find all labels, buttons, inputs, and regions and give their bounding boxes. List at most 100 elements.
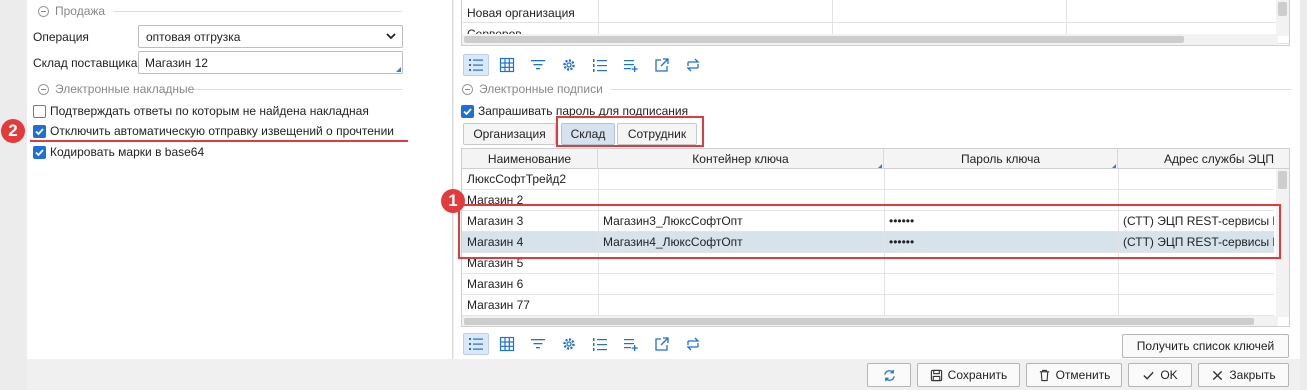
tab-organization[interactable]: Организация	[463, 123, 556, 145]
list-view-button[interactable]	[463, 333, 489, 355]
scrollbar-thumb[interactable]	[1278, 2, 1287, 16]
table-row[interactable]: Магазин 77	[462, 295, 1274, 316]
annotation-badge-2: 2	[1, 119, 25, 143]
settings-left-panel: Продажа Операция оптовая отгрузка Склад …	[27, 0, 453, 359]
sale-group-header[interactable]: Продажа	[38, 4, 105, 18]
e-signatures-group-header[interactable]: Электронные подписи	[462, 82, 603, 96]
list-view-icon	[469, 338, 483, 350]
swap-button[interactable]	[680, 333, 706, 355]
annotation-underline	[30, 140, 408, 142]
collapse-icon[interactable]	[38, 83, 49, 95]
numbered-list-button[interactable]	[587, 333, 613, 355]
add-row-button[interactable]	[618, 54, 644, 76]
grid-view-button[interactable]	[494, 333, 520, 355]
list-view-icon	[469, 59, 483, 71]
filter-icon	[531, 339, 545, 349]
e-signatures-group-title: Электронные подписи	[479, 82, 603, 96]
checkbox-checked[interactable]	[33, 124, 46, 138]
group-divider	[611, 89, 1291, 90]
get-keys-button[interactable]: Получить список ключей	[1122, 334, 1289, 358]
close-label: Закрыть	[1229, 368, 1276, 382]
chevron-down-icon	[386, 33, 396, 40]
column-corner-mark	[878, 164, 882, 168]
option-label: Отключить автоматическую отправку извеще…	[50, 124, 394, 138]
option-disable-read-notices[interactable]: Отключить автоматическую отправку извеще…	[33, 124, 394, 138]
checkbox[interactable]	[33, 104, 46, 118]
cancel-label: Отменить	[1055, 368, 1111, 382]
annotation-box-rows	[458, 204, 1281, 259]
e-invoices-group-title: Электронные накладные	[55, 82, 195, 96]
external-link-icon	[655, 58, 669, 72]
option-confirm-answers[interactable]: Подтверждать ответы по которым не найден…	[33, 104, 369, 118]
warehouse-value: Магазин 12	[145, 55, 208, 70]
checkmark-icon	[463, 107, 472, 115]
table-row[interactable]: ЛюксСофтТрейд2	[462, 169, 1274, 190]
option-base64-marks[interactable]: Кодировать марки в base64	[33, 145, 204, 159]
add-list-icon	[624, 339, 638, 351]
table-row[interactable]: Магазин 6	[462, 274, 1274, 295]
collapse-icon[interactable]	[38, 5, 49, 17]
list-view-button[interactable]	[463, 54, 489, 76]
grid-view-icon	[499, 336, 515, 352]
numbered-list-icon	[593, 59, 607, 72]
organizations-grid[interactable]: Новая организация Серверов	[461, 0, 1290, 46]
collapse-icon[interactable]	[462, 83, 473, 95]
open-external-button[interactable]	[649, 333, 675, 355]
horizontal-scrollbar[interactable]	[462, 34, 1278, 45]
swap-button[interactable]	[680, 54, 706, 76]
e-invoices-group-header[interactable]: Электронные накладные	[38, 82, 194, 96]
checkbox-checked[interactable]	[33, 145, 46, 159]
add-row-button[interactable]	[618, 333, 644, 355]
checkbox-checked[interactable]	[461, 104, 474, 118]
gear-icon	[563, 338, 575, 350]
refresh-icon	[883, 369, 895, 381]
settings-button[interactable]	[556, 54, 582, 76]
operation-value: оптовая отгрузка	[146, 29, 241, 44]
save-button[interactable]: Сохранить	[917, 363, 1020, 387]
settings-button[interactable]	[556, 333, 582, 355]
column-header-name[interactable]: Наименование	[462, 149, 598, 169]
filter-button[interactable]	[525, 333, 551, 355]
close-button[interactable]: Закрыть	[1198, 363, 1289, 387]
column-header-password[interactable]: Пароль ключа	[884, 149, 1118, 169]
warehouse-field[interactable]: Магазин 12	[138, 51, 403, 74]
ok-label: OK	[1160, 368, 1178, 382]
close-icon	[1213, 370, 1223, 380]
open-external-button[interactable]	[649, 54, 675, 76]
horizontal-scrollbar[interactable]	[462, 316, 1278, 326]
filter-button[interactable]	[525, 54, 551, 76]
org-name: Новая организация	[467, 6, 575, 20]
column-corner-mark	[1112, 164, 1116, 168]
trash-icon	[1039, 369, 1049, 381]
group-divider	[194, 89, 402, 90]
column-header-container[interactable]: Контейнер ключа	[598, 149, 884, 169]
scrollbar-thumb[interactable]	[1278, 171, 1287, 189]
signatures-toolbar	[463, 333, 711, 355]
cell-name: ЛюксСофтТрейд2	[467, 172, 567, 186]
swap-icon	[686, 337, 700, 351]
column-header-service[interactable]: Адрес службы ЭЦП	[1118, 149, 1289, 169]
annotation-box-tabs	[556, 116, 704, 147]
grid-view-button[interactable]	[494, 54, 520, 76]
save-label: Сохранить	[947, 368, 1008, 382]
numbered-list-button[interactable]	[587, 54, 613, 76]
organizations-toolbar	[463, 54, 711, 76]
table-row[interactable]: Новая организация	[462, 2, 1289, 23]
scrollbar-thumb[interactable]	[464, 318, 1254, 325]
check-icon	[1143, 371, 1154, 380]
vertical-scrollbar[interactable]	[1276, 0, 1289, 36]
cancel-button[interactable]: Отменить	[1026, 363, 1122, 387]
option-label: Кодировать марки в base64	[50, 145, 205, 159]
window-left-frame	[0, 0, 27, 390]
operation-label: Операция	[33, 30, 89, 44]
option-label: Подтверждать ответы по которым не найден…	[50, 104, 369, 118]
scrollbar-thumb[interactable]	[464, 36, 1184, 43]
window-right-frame	[1300, 0, 1307, 390]
refresh-button[interactable]	[867, 363, 911, 387]
sale-group-title: Продажа	[55, 4, 106, 18]
ok-button[interactable]: OK	[1128, 363, 1192, 387]
grid-view-icon	[499, 57, 515, 73]
checkmark-icon	[35, 127, 44, 135]
operation-select[interactable]: оптовая отгрузка	[138, 25, 403, 48]
swap-icon	[686, 58, 700, 72]
